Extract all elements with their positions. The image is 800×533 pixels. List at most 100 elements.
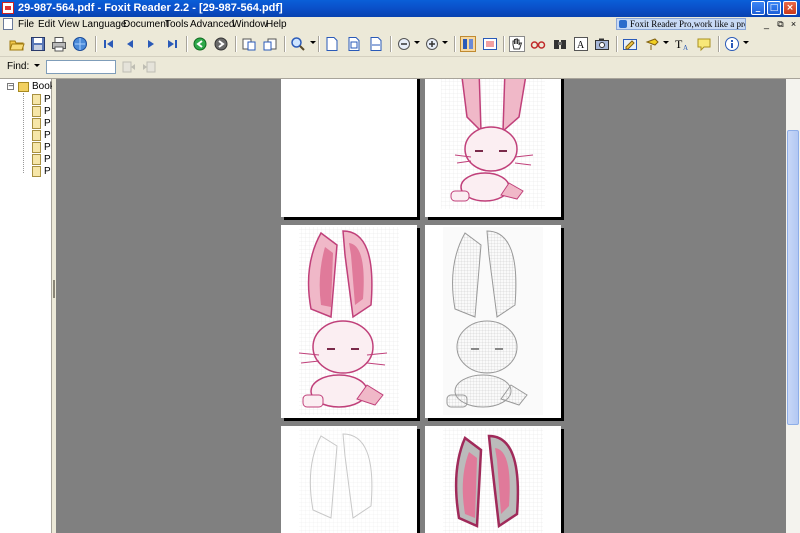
find-previous-icon[interactable] (121, 59, 137, 75)
fit-width-icon[interactable] (368, 36, 384, 52)
toolbar-separator (616, 36, 618, 52)
fit-page-icon[interactable] (346, 36, 362, 52)
menu-window[interactable]: Window (232, 19, 268, 30)
hand-tool-icon[interactable] (509, 36, 525, 52)
bookmark-item[interactable]: P (30, 130, 52, 142)
find-options-dropdown[interactable] (34, 64, 40, 67)
bookmark-item[interactable]: P (30, 106, 52, 118)
rotate-left-icon[interactable] (241, 36, 257, 52)
maximize-button[interactable]: □ (767, 1, 781, 15)
bunny-pattern-image (443, 227, 543, 415)
bookmark-item-label: P (44, 106, 51, 117)
tree-collapse-toggle[interactable]: − (7, 83, 14, 90)
promo-icon (619, 20, 627, 28)
bookmark-item-label: P (44, 118, 51, 129)
bookmark-item-label: P (44, 130, 51, 141)
main-toolbar: A TA (0, 32, 800, 57)
toolbar-separator (186, 36, 188, 52)
zoom-dropdown-arrow[interactable] (310, 41, 316, 44)
close-button[interactable]: × (783, 1, 797, 15)
text-tool-icon[interactable]: TA (674, 36, 690, 52)
find-input[interactable] (46, 60, 116, 74)
document-view[interactable] (56, 79, 786, 533)
bookmark-item[interactable]: P (30, 166, 52, 178)
toolbar-separator (95, 36, 97, 52)
minimize-button[interactable]: _ (751, 1, 765, 15)
bunny-pattern-image (441, 79, 545, 209)
pdf-page-gray-bunny[interactable] (425, 225, 561, 418)
foxit-app-icon[interactable] (2, 2, 14, 14)
typewriter-icon[interactable]: A (573, 36, 589, 52)
bookmark-root-icon (18, 82, 29, 92)
actual-size-icon[interactable] (324, 36, 340, 52)
first-page-icon[interactable] (101, 36, 117, 52)
bunny-pattern-image (298, 227, 399, 415)
email-icon[interactable] (72, 36, 88, 52)
scrollbar-thumb[interactable] (787, 130, 799, 425)
find-icon[interactable] (552, 36, 568, 52)
zoom-out-icon[interactable] (396, 36, 412, 52)
menu-file[interactable]: File (18, 19, 34, 30)
go-forward-icon[interactable] (213, 36, 229, 52)
splitter-grip[interactable] (53, 280, 55, 298)
pdf-page-blank[interactable] (281, 79, 417, 217)
menu-document[interactable]: Document (123, 19, 169, 30)
single-page-icon[interactable] (460, 36, 476, 52)
last-page-icon[interactable] (164, 36, 180, 52)
pdf-page-dark-pink-bunny[interactable] (425, 426, 561, 533)
toolbar-separator (318, 36, 320, 52)
toolbar-separator (284, 36, 286, 52)
note-icon[interactable] (696, 36, 712, 52)
menu-tools[interactable]: Tools (165, 19, 188, 30)
zoom-out-dropdown-arrow[interactable] (414, 41, 420, 44)
doc-close-button[interactable]: × (788, 19, 799, 30)
snapshot-icon[interactable] (594, 36, 610, 52)
open-icon[interactable] (9, 36, 25, 52)
prev-page-icon[interactable] (122, 36, 138, 52)
info-dropdown-arrow[interactable] (743, 41, 749, 44)
pdf-page-faint-bunny[interactable] (281, 426, 417, 533)
bookmark-item-label: P (44, 142, 51, 153)
highlight-icon[interactable] (645, 36, 661, 52)
bookmarks-panel: − Book P P P P P P P (0, 79, 55, 533)
select-text-icon[interactable] (530, 36, 546, 52)
page-bookmark-icon (32, 142, 41, 153)
go-back-icon[interactable] (192, 36, 208, 52)
window-title: 29-987-564.pdf - Foxit Reader 2.2 - [29-… (18, 2, 283, 14)
bookmark-item[interactable]: P (30, 154, 52, 166)
promo-text: Foxit Reader Pro,work like a pro! (630, 19, 746, 29)
rotate-right-icon[interactable] (262, 36, 278, 52)
bookmark-item-label: P (44, 94, 51, 105)
page-bookmark-icon (32, 166, 41, 177)
edit-annotation-icon[interactable] (622, 36, 638, 52)
next-page-icon[interactable] (143, 36, 159, 52)
menu-view[interactable]: View (58, 19, 80, 30)
promo-banner[interactable]: Foxit Reader Pro,work like a pro! (616, 18, 746, 30)
info-icon[interactable] (724, 36, 740, 52)
bookmark-item-label: P (44, 166, 51, 177)
document-icon[interactable] (3, 18, 13, 30)
bunny-pattern-image (443, 428, 543, 533)
pdf-page-pink-bunny-top[interactable] (425, 79, 561, 217)
doc-restore-button[interactable]: ⧉ (775, 19, 786, 30)
svg-text:A: A (683, 44, 688, 52)
zoom-tool-icon[interactable] (290, 36, 306, 52)
continuous-icon[interactable] (482, 36, 498, 52)
zoom-in-dropdown-arrow[interactable] (442, 41, 448, 44)
doc-minimize-button[interactable]: _ (761, 19, 772, 30)
find-next-icon[interactable] (141, 59, 157, 75)
bookmark-item[interactable]: P (30, 118, 52, 130)
menu-edit[interactable]: Edit (38, 19, 55, 30)
bookmark-item[interactable]: P (30, 142, 52, 154)
menu-language[interactable]: Language (82, 19, 127, 30)
menu-advanced[interactable]: Advanced (190, 19, 234, 30)
menu-help[interactable]: Help (266, 19, 287, 30)
bookmark-item[interactable]: P (30, 94, 52, 106)
bunny-pattern-image (299, 428, 399, 533)
page-bookmark-icon (32, 154, 41, 165)
pdf-page-pink-bunny[interactable] (281, 225, 417, 418)
save-icon[interactable] (30, 36, 46, 52)
highlight-dropdown-arrow[interactable] (663, 41, 669, 44)
print-icon[interactable] (51, 36, 67, 52)
zoom-in-icon[interactable] (424, 36, 440, 52)
